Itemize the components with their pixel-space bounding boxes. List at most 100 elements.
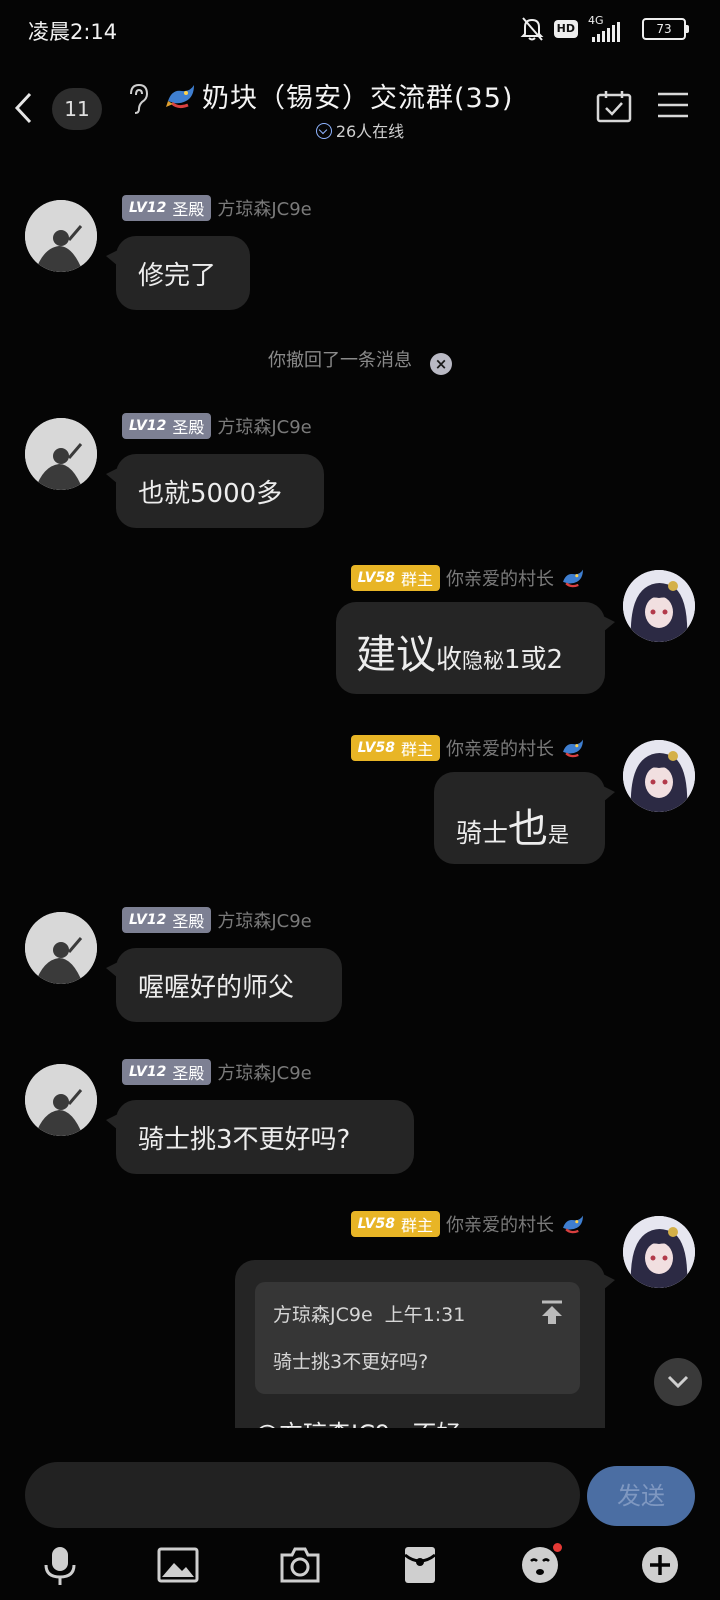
level-text: LV58 bbox=[357, 1216, 395, 1232]
menu-icon[interactable] bbox=[656, 90, 690, 120]
avatar-village-chief[interactable] bbox=[623, 1216, 695, 1288]
scroll-to-bottom-button[interactable] bbox=[654, 1358, 702, 1406]
image-icon[interactable] bbox=[156, 1543, 200, 1587]
message-bubble[interactable]: 喔喔好的师父 bbox=[106, 948, 342, 1022]
level-text: LV12 bbox=[129, 1064, 167, 1080]
sender-nick: 你亲爱的村长 bbox=[446, 569, 554, 590]
close-icon[interactable]: × bbox=[430, 353, 452, 375]
avatar-village-chief[interactable] bbox=[623, 740, 695, 812]
message-text-part: 收 bbox=[436, 645, 463, 675]
level-text: LV12 bbox=[129, 912, 167, 928]
message-input[interactable] bbox=[25, 1462, 580, 1528]
sender-meta: LV12 圣殿 方琼森JC9e bbox=[122, 1058, 312, 1086]
level-badge: LV58 群主 bbox=[350, 1211, 440, 1237]
message-text: 修完了 bbox=[138, 260, 217, 291]
mic-icon[interactable] bbox=[38, 1543, 82, 1587]
quote-text: 骑士挑3不更好吗? bbox=[273, 1351, 429, 1373]
level-badge: LV12 圣殿 bbox=[122, 907, 212, 933]
level-text: LV58 bbox=[357, 570, 395, 586]
role-text: 圣殿 bbox=[172, 912, 205, 931]
quote-author: 方琼森JC9e bbox=[273, 1304, 373, 1326]
jump-to-top-icon[interactable] bbox=[540, 1300, 564, 1326]
role-text: 圣殿 bbox=[172, 1064, 205, 1083]
battery-icon: 73 bbox=[642, 18, 689, 40]
sender-meta: LV58 群主 你亲爱的村长 bbox=[350, 1210, 586, 1238]
avatar-fangqiongsen[interactable] bbox=[25, 200, 97, 272]
message-text: 骑士挑3不更好吗? bbox=[138, 1124, 351, 1155]
sender-nick: 方琼森JC9e bbox=[217, 417, 312, 438]
message-text-part: 也 bbox=[508, 806, 549, 852]
hd-badge: HD bbox=[553, 20, 578, 38]
message-bubble[interactable]: 也就5000多 bbox=[106, 454, 324, 528]
level-text: LV12 bbox=[129, 418, 167, 434]
plus-icon[interactable] bbox=[638, 1543, 682, 1587]
message-bubble[interactable]: 建议收隐秘 1或2 bbox=[336, 602, 615, 694]
sender-nick: 方琼森JC9e bbox=[217, 1063, 312, 1084]
quoted-message[interactable]: 方琼森JC9e 上午1:31 骑士挑3不更好吗? bbox=[255, 1282, 580, 1394]
red-packet-icon[interactable] bbox=[398, 1543, 442, 1587]
online-check-icon bbox=[315, 123, 332, 139]
calendar-check-icon[interactable] bbox=[596, 90, 632, 124]
level-badge: LV12 圣殿 bbox=[122, 195, 212, 221]
status-icons: HD 4G 73 bbox=[520, 14, 689, 44]
message-text-part: 隐秘 bbox=[462, 649, 505, 673]
avatar-fangqiongsen[interactable] bbox=[25, 1064, 97, 1136]
emoji-button[interactable] bbox=[518, 1543, 562, 1587]
send-button[interactable]: 发送 bbox=[587, 1466, 695, 1526]
sender-meta: LV12 圣殿 方琼森JC9e bbox=[122, 412, 312, 440]
message-text: 也就5000多 bbox=[138, 478, 283, 509]
message-list[interactable]: LV12 圣殿 方琼森JC9e 修完了 你撤回了一条消息 × LV12 圣殿 方琼森J… bbox=[0, 152, 720, 1428]
avatar-fangqiongsen[interactable] bbox=[25, 912, 97, 984]
chat-header: 11 奶块（锡安）交流群(35) 26人在线 bbox=[0, 60, 720, 152]
level-badge: LV58 群主 bbox=[350, 565, 440, 591]
message-text: 喔喔好的师父 bbox=[138, 972, 295, 1003]
level-badge: LV58 群主 bbox=[350, 735, 440, 761]
status-bar: 凌晨2:14 HD 4G 73 bbox=[0, 0, 720, 60]
dragon-emoji-icon bbox=[563, 1215, 583, 1234]
sender-meta: LV12 圣殿 方琼森JC9e bbox=[122, 906, 312, 934]
sender-nick: 你亲爱的村长 bbox=[446, 739, 554, 760]
level-badge: LV12 圣殿 bbox=[122, 413, 212, 439]
chevron-down-icon bbox=[667, 1375, 689, 1389]
sender-nick: 你亲爱的村长 bbox=[446, 1215, 554, 1236]
message-text-part: 是 bbox=[548, 823, 570, 847]
message-bubble[interactable]: 骑士也是 bbox=[434, 772, 615, 864]
online-count: 26人在线 bbox=[335, 122, 405, 141]
quote-header: 方琼森JC9e 上午1:31 bbox=[273, 1300, 562, 1327]
ear-icon[interactable] bbox=[126, 82, 152, 116]
quote-time: 上午1:31 bbox=[384, 1304, 466, 1326]
recall-text: 你撤回了一条消息 bbox=[268, 350, 412, 371]
role-text: 群主 bbox=[400, 1216, 433, 1235]
avatar-village-chief[interactable] bbox=[623, 570, 695, 642]
message-text-part: 1或2 bbox=[504, 645, 564, 675]
avatar-fangqiongsen[interactable] bbox=[25, 418, 97, 490]
message-bubble[interactable]: 修完了 bbox=[106, 236, 250, 310]
sender-meta: LV58 群主 你亲爱的村长 bbox=[350, 734, 586, 762]
role-text: 圣殿 bbox=[172, 418, 205, 437]
group-title-text: 奶块（锡安）交流群(35) bbox=[202, 83, 514, 114]
message-text-part: 建议 bbox=[356, 632, 436, 678]
signal-icon: 4G bbox=[588, 14, 632, 42]
sender-meta: LV58 群主 你亲爱的村长 bbox=[350, 564, 586, 592]
dragon-emoji-icon bbox=[166, 84, 194, 108]
level-text: LV58 bbox=[357, 740, 395, 756]
message-bubble[interactable]: 骑士挑3不更好吗? bbox=[106, 1100, 414, 1174]
mute-bell-icon bbox=[520, 17, 544, 41]
dragon-emoji-icon bbox=[563, 569, 583, 588]
sender-nick: 方琼森JC9e bbox=[217, 911, 312, 932]
system-message: 你撤回了一条消息 × bbox=[0, 346, 720, 375]
role-text: 群主 bbox=[400, 570, 433, 589]
camera-icon[interactable] bbox=[278, 1543, 322, 1587]
status-time: 凌晨2:14 bbox=[28, 20, 118, 44]
sender-meta: LV12 圣殿 方琼森JC9e bbox=[122, 194, 312, 222]
level-badge: LV12 圣殿 bbox=[122, 1059, 212, 1085]
group-title[interactable]: 奶块（锡安）交流群(35) bbox=[164, 76, 513, 115]
dragon-emoji-icon bbox=[563, 739, 583, 758]
message-text: @方琼森JC9e 不好 bbox=[255, 1414, 461, 1428]
message-text-part: 骑士 bbox=[456, 819, 509, 849]
bottom-toolbar bbox=[0, 1535, 720, 1600]
level-text: LV12 bbox=[129, 200, 167, 216]
role-text: 圣殿 bbox=[172, 200, 205, 219]
role-text: 群主 bbox=[400, 740, 433, 759]
notification-dot bbox=[553, 1543, 562, 1552]
